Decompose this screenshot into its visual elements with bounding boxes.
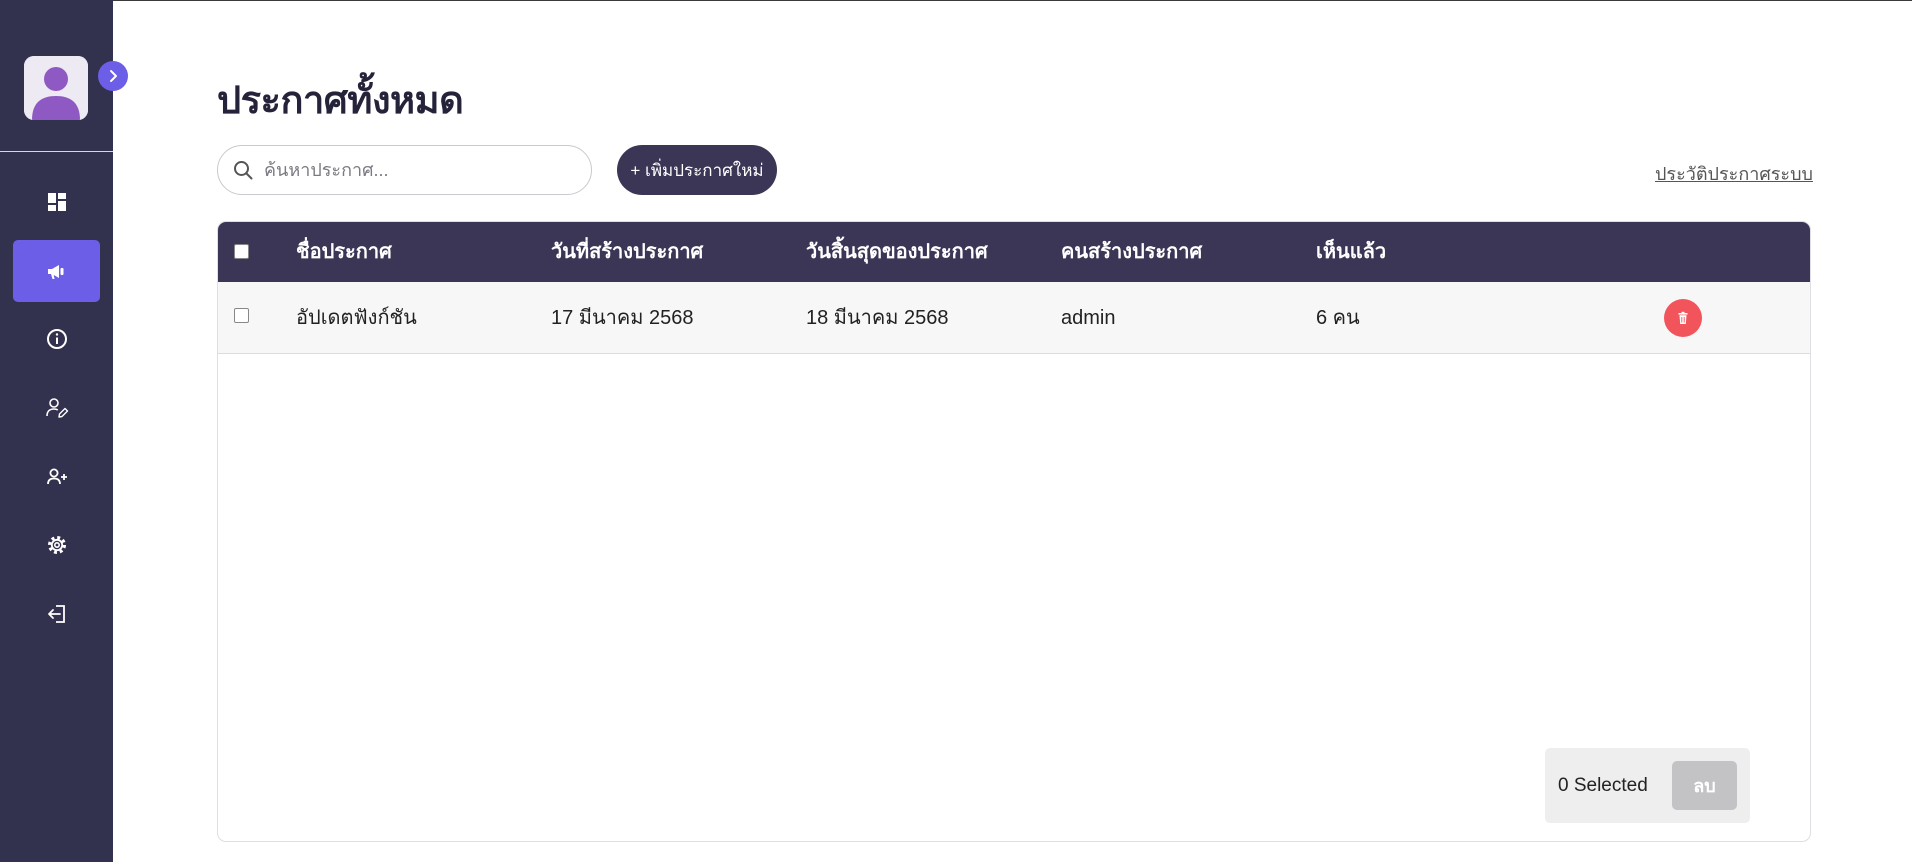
expand-sidebar-button[interactable]	[98, 61, 128, 91]
window-top-border	[0, 0, 1912, 1]
cell-seen: 6 คน	[1316, 307, 1360, 329]
cell-name: อัปเดตฟังก์ชัน	[296, 307, 417, 329]
cell-end: 18 มีนาคม 2568	[806, 307, 949, 329]
dashboard-icon	[47, 193, 66, 211]
delete-row-button[interactable]	[1664, 299, 1702, 337]
selected-count: 0 Selected	[1558, 775, 1648, 796]
sidebar-item-add-user[interactable]	[13, 446, 100, 508]
column-header-created: วันที่สร้างประกาศ	[551, 241, 704, 263]
page-title: ประกาศทั้งหมด	[217, 80, 464, 122]
sidebar-item-announcements[interactable]	[13, 240, 100, 302]
sidebar-item-settings[interactable]	[13, 514, 100, 576]
user-add-icon	[46, 468, 67, 485]
logout-icon	[47, 605, 65, 623]
sidebar-item-logout[interactable]	[13, 583, 100, 645]
column-header-seen: เห็นแล้ว	[1316, 241, 1387, 263]
search-box[interactable]	[217, 145, 592, 195]
sidebar-item-edit-user[interactable]	[13, 377, 100, 439]
bulk-action-bar: 0 Selected ลบ	[1545, 748, 1750, 823]
sidebar-divider	[0, 151, 113, 152]
cell-creator: admin	[1061, 307, 1116, 329]
sidebar-item-dashboard[interactable]	[13, 171, 100, 233]
announcement-history-link[interactable]: ประวัติประกาศระบบ	[1655, 159, 1813, 188]
sidebar-item-info[interactable]	[13, 308, 100, 370]
table-row[interactable]: อัปเดตฟังก์ชัน 17 มีนาคม 2568 18 มีนาคม …	[218, 282, 1810, 354]
trash-icon	[1678, 311, 1688, 324]
announcements-table: ชื่อประกาศ วันที่สร้างประกาศ วันสิ้นสุดข…	[217, 221, 1811, 842]
select-all-checkbox[interactable]	[234, 244, 249, 259]
user-edit-icon	[45, 398, 68, 418]
cell-created: 17 มีนาคม 2568	[551, 307, 694, 329]
avatar[interactable]	[24, 56, 88, 120]
bulk-delete-button[interactable]: ลบ	[1672, 761, 1737, 810]
gear-icon	[47, 536, 66, 554]
add-announcement-button[interactable]: + เพิ่มประกาศใหม่	[617, 145, 777, 195]
megaphone-icon	[47, 265, 63, 279]
column-header-name: ชื่อประกาศ	[296, 241, 392, 263]
column-header-end: วันสิ้นสุดของประกาศ	[806, 241, 988, 263]
row-checkbox[interactable]	[234, 308, 249, 323]
sidebar	[0, 0, 128, 862]
search-icon	[234, 161, 253, 180]
table-header: ชื่อประกาศ วันที่สร้างประกาศ วันสิ้นสุดข…	[218, 222, 1810, 282]
info-icon	[46, 329, 67, 349]
chevron-right-icon	[110, 70, 117, 82]
search-input[interactable]	[264, 159, 584, 181]
column-header-creator: คนสร้างประกาศ	[1061, 241, 1203, 263]
